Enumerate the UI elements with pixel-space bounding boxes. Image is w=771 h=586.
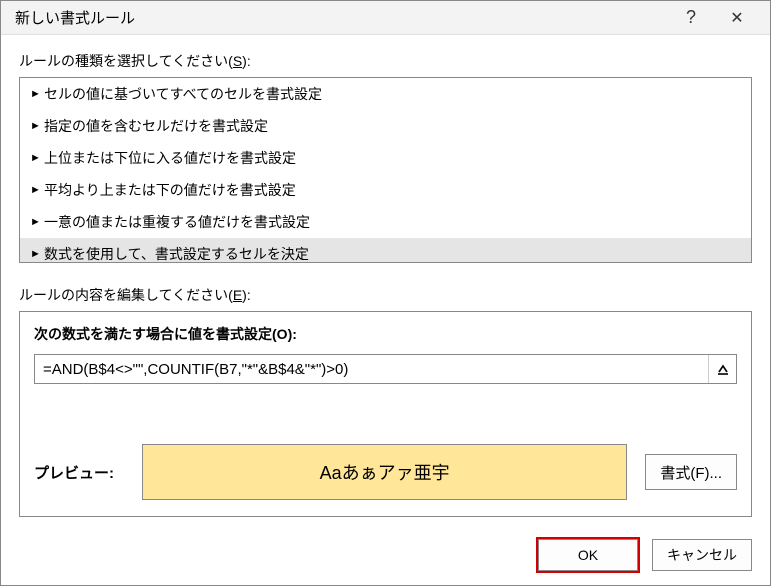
rule-type-item-label: 平均より上または下の値だけを書式設定 (44, 180, 296, 200)
rule-type-label: ルールの種類を選択してください(S): (19, 51, 752, 71)
dialog-content: ルールの種類を選択してください(S): ► セルの値に基づいてすべてのセルを書式… (1, 35, 770, 529)
rule-edit-section: ルールの内容を編集してください(E): 次の数式を満たす場合に値を書式設定(O)… (19, 285, 752, 517)
dialog-title: 新しい書式ルール (15, 7, 668, 28)
rule-type-item[interactable]: ► 数式を使用して、書式設定するセルを決定 (20, 238, 751, 263)
rule-type-item[interactable]: ► 平均より上または下の値だけを書式設定 (20, 174, 751, 206)
ok-button[interactable]: OK (538, 539, 638, 571)
preview-row: プレビュー: Aaあぁアァ亜宇 書式(F)... (34, 444, 737, 500)
rule-type-item[interactable]: ► 指定の値を含むセルだけを書式設定 (20, 110, 751, 142)
rule-edit-label: ルールの内容を編集してください(E): (19, 285, 752, 305)
formula-row (34, 354, 737, 384)
rule-type-item[interactable]: ► セルの値に基づいてすべてのセルを書式設定 (20, 78, 751, 110)
rule-type-item-label: 上位または下位に入る値だけを書式設定 (44, 148, 296, 168)
rule-type-item-label: 一意の値または重複する値だけを書式設定 (44, 212, 310, 232)
dialog-button-row: OK キャンセル (1, 529, 770, 585)
bullet-icon: ► (30, 216, 44, 228)
reference-icon (717, 363, 729, 375)
close-button[interactable]: ✕ (714, 2, 760, 34)
formula-label: 次の数式を満たす場合に値を書式設定(O): (34, 324, 737, 344)
collapse-dialog-button[interactable] (708, 355, 736, 383)
close-icon: ✕ (730, 8, 743, 28)
bullet-icon: ► (30, 152, 44, 164)
new-formatting-rule-dialog: 新しい書式ルール ? ✕ ルールの種類を選択してください(S): ► セルの値に… (0, 0, 771, 586)
rule-type-item-label: セルの値に基づいてすべてのセルを書式設定 (44, 84, 322, 104)
cancel-button[interactable]: キャンセル (652, 539, 752, 571)
rule-type-item[interactable]: ► 上位または下位に入る値だけを書式設定 (20, 142, 751, 174)
help-button[interactable]: ? (668, 2, 714, 34)
rule-type-item[interactable]: ► 一意の値または重複する値だけを書式設定 (20, 206, 751, 238)
rule-edit-box: 次の数式を満たす場合に値を書式設定(O): プレビュー: Aaあぁアァ亜宇 (19, 311, 752, 517)
preview-label: プレビュー: (34, 462, 124, 483)
format-button[interactable]: 書式(F)... (645, 454, 737, 490)
rule-type-list[interactable]: ► セルの値に基づいてすべてのセルを書式設定 ► 指定の値を含むセルだけを書式設… (19, 77, 752, 263)
bullet-icon: ► (30, 184, 44, 196)
titlebar: 新しい書式ルール ? ✕ (1, 1, 770, 35)
bullet-icon: ► (30, 88, 44, 100)
bullet-icon: ► (30, 120, 44, 132)
formula-input[interactable] (35, 355, 708, 383)
preview-sample-text: Aaあぁアァ亜宇 (320, 459, 450, 485)
bullet-icon: ► (30, 248, 44, 260)
preview-sample-box: Aaあぁアァ亜宇 (142, 444, 627, 500)
rule-type-item-label: 数式を使用して、書式設定するセルを決定 (44, 244, 309, 263)
rule-type-item-label: 指定の値を含むセルだけを書式設定 (44, 116, 268, 136)
